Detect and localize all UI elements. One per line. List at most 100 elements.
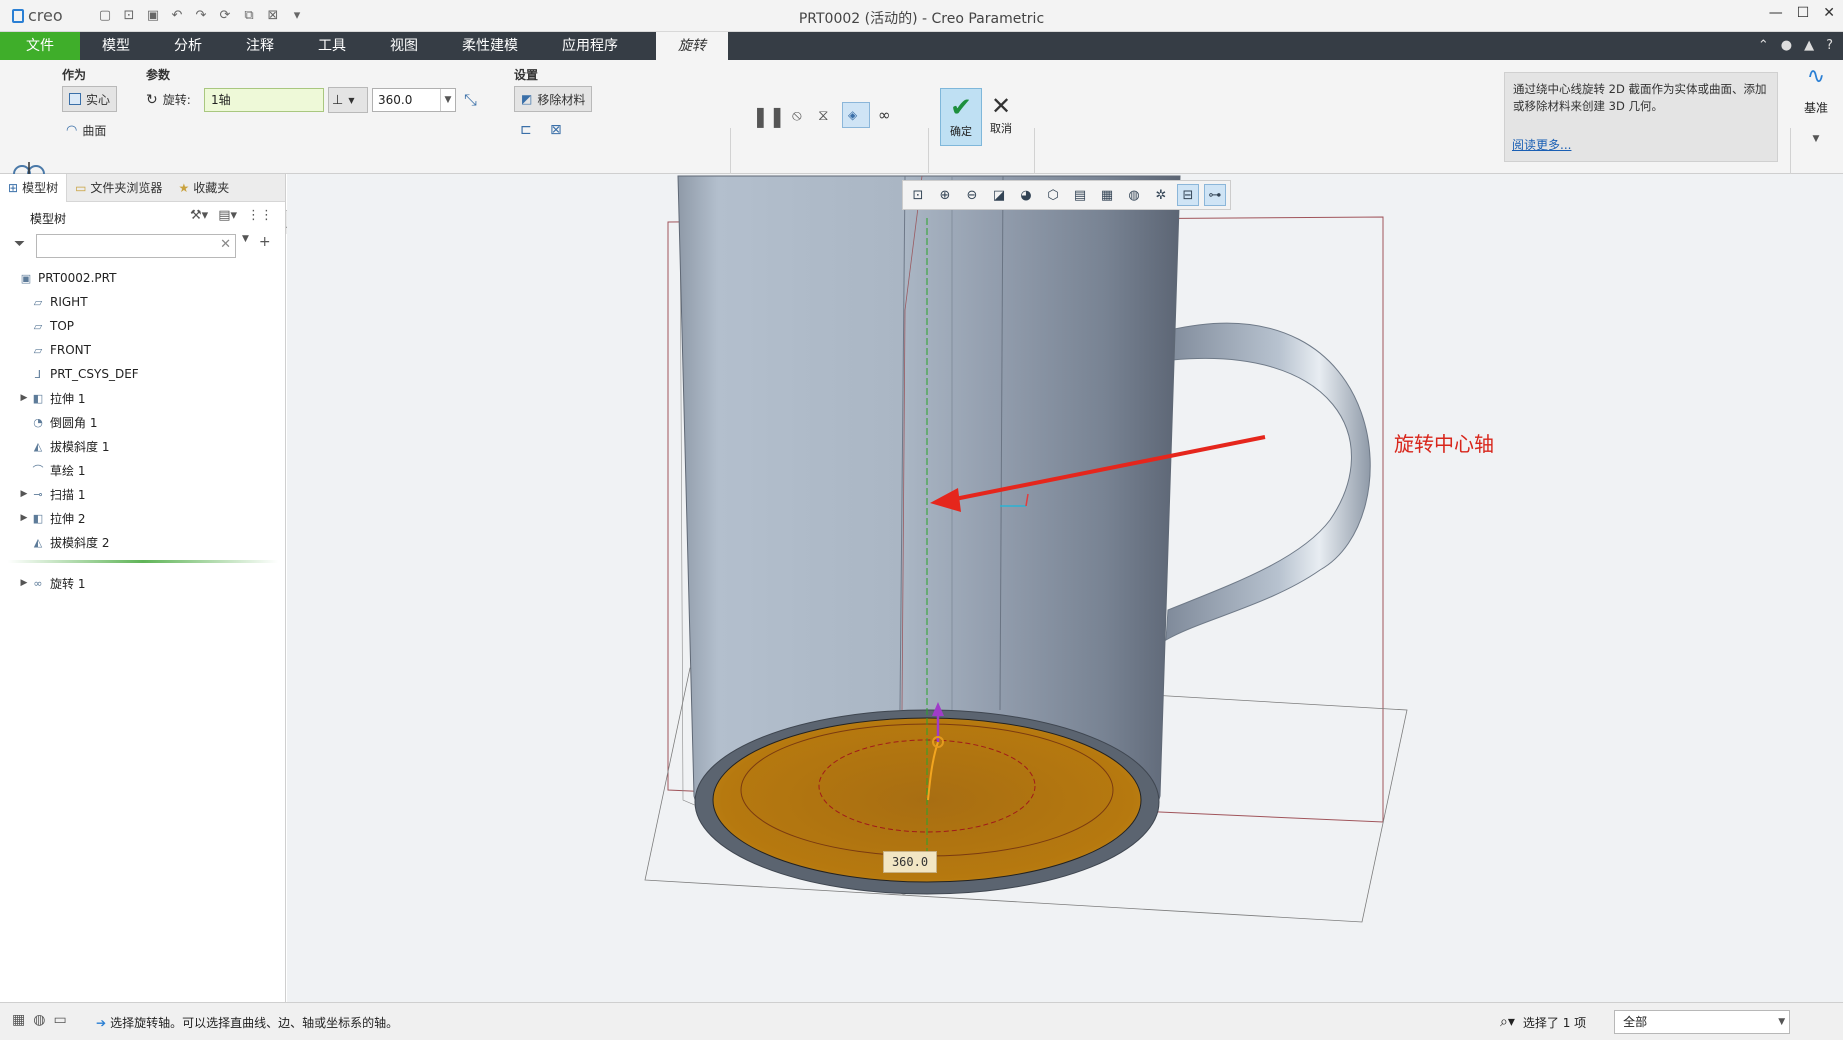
selection-filter[interactable]: 全部 ▼: [1614, 1010, 1791, 1034]
fullscreen-icon[interactable]: ▭: [53, 1012, 66, 1028]
expand-icon[interactable]: ▶: [18, 489, 30, 499]
open-icon[interactable]: ⊡: [120, 7, 138, 25]
undo-icon[interactable]: ↶: [168, 7, 186, 25]
mug-handle: [1165, 322, 1371, 641]
flip-angle-icon[interactable]: ⤡: [464, 90, 477, 110]
angle-dimension-label[interactable]: 360.0: [883, 851, 937, 873]
search-options-icon[interactable]: ▼: [242, 234, 249, 250]
settings-icon[interactable]: ⚒▾: [190, 208, 208, 223]
find-icon[interactable]: ⌕▾: [1500, 1014, 1515, 1030]
tab-model[interactable]: 模型: [80, 32, 152, 60]
sketch-display-icon[interactable]: ⊶: [1204, 184, 1226, 206]
tree-item[interactable]: ◔ 倒圆角 1: [0, 410, 286, 434]
thicken-icon[interactable]: ⊏: [520, 122, 532, 138]
save-icon[interactable]: ▣: [144, 7, 162, 25]
preview-mesh-icon[interactable]: ⧖: [818, 106, 829, 124]
expand-icon[interactable]: ▶: [18, 513, 30, 523]
insert-here-indicator: [8, 560, 278, 563]
revolve-axis-field[interactable]: 1轴: [204, 88, 324, 112]
tree-item[interactable]: ▶ ◧ 拉伸 1: [0, 386, 286, 410]
tree-item[interactable]: ⅃ PRT_CSYS_DEF: [0, 362, 286, 386]
tree-item[interactable]: ▱ FRONT: [0, 338, 286, 362]
collapse-ribbon-icon[interactable]: ⌃: [1758, 38, 1769, 53]
minimize-icon[interactable]: —: [1769, 5, 1783, 21]
tree-item-label: FRONT: [50, 343, 91, 357]
refit-icon[interactable]: ⊡: [907, 184, 929, 206]
tab-flexible-modeling[interactable]: 柔性建模: [440, 32, 540, 60]
tab-applications[interactable]: 应用程序: [540, 32, 640, 60]
tab-view[interactable]: 视图: [368, 32, 440, 60]
verify-preview-button[interactable]: ◈: [842, 102, 870, 128]
no-preview-icon[interactable]: ⦸: [792, 106, 802, 124]
expand-icon[interactable]: ▶: [18, 578, 30, 588]
tab-file[interactable]: 文件: [0, 32, 80, 60]
tree-item[interactable]: ▣ PRT0002.PRT: [0, 266, 286, 290]
tree-filter-icon[interactable]: ⋮⋮: [247, 208, 273, 223]
model-tree-header: 模型树: [30, 212, 67, 226]
tab-tools[interactable]: 工具: [296, 32, 368, 60]
perspective-icon[interactable]: ▦: [1096, 184, 1118, 206]
close-window-icon[interactable]: ⊠: [264, 7, 282, 25]
tab-folder-browser[interactable]: ▭ 文件夹浏览器: [67, 174, 170, 202]
clear-search-icon[interactable]: ✕: [220, 237, 231, 252]
show-icon[interactable]: ▤▾: [218, 208, 237, 223]
datum-display-icon[interactable]: ✲: [1150, 184, 1172, 206]
solid-icon: [69, 93, 81, 105]
zoom-in-icon[interactable]: ⊕: [934, 184, 956, 206]
expand-icon[interactable]: ▶: [18, 393, 30, 403]
ok-button[interactable]: ✔ 确定: [940, 88, 982, 146]
tree-item[interactable]: ▶ ◧ 拉伸 2: [0, 506, 286, 530]
display-style-icon[interactable]: ◕: [1015, 184, 1037, 206]
tree-item[interactable]: ⌒ 草绘 1: [0, 458, 286, 482]
repaint-icon[interactable]: ◪: [988, 184, 1010, 206]
surface-button[interactable]: ◠ 曲面: [66, 122, 106, 139]
tab-annotate[interactable]: 注释: [224, 32, 296, 60]
tab-favorites[interactable]: ★ 收藏夹: [170, 174, 237, 202]
graphics-area[interactable]: ⊡ ⊕ ⊖ ◪ ◕ ⬡ ▤ ▦ ◍ ✲ ⊟ ⊶ 旋转中心轴 360.0: [287, 174, 1843, 1002]
spin-center-icon[interactable]: ◍: [1123, 184, 1145, 206]
redo-icon[interactable]: ↷: [192, 7, 210, 25]
angle-option-button[interactable]: ⊥ ▼: [328, 87, 368, 113]
datum-label: 基准: [1803, 101, 1828, 115]
tree-item[interactable]: ▱ RIGHT: [0, 290, 286, 314]
part-icon: ▣: [20, 271, 32, 285]
tab-analysis[interactable]: 分析: [152, 32, 224, 60]
browser-toggle-icon[interactable]: ◍: [33, 1012, 45, 1028]
tree-item[interactable]: ▶ ⊸ 扫描 1: [0, 482, 286, 506]
csys-icon: ⅃: [34, 367, 42, 381]
datum-button[interactable]: ∿ 基准 ▼: [1792, 64, 1840, 164]
windows-icon[interactable]: ⧉: [240, 7, 258, 25]
glasses-icon[interactable]: ∞: [878, 106, 891, 124]
flip-side-icon[interactable]: ⊠: [550, 122, 562, 138]
remove-material-button[interactable]: ◩ 移除材料: [514, 86, 593, 112]
learning-icon[interactable]: ▲: [1804, 38, 1814, 53]
saved-views-icon[interactable]: ⬡: [1042, 184, 1064, 206]
view-manager-icon[interactable]: ▤: [1069, 184, 1091, 206]
tab-model-tree[interactable]: ⊞ 模型树: [0, 174, 68, 202]
zoom-out-icon[interactable]: ⊖: [961, 184, 983, 206]
read-more-link[interactable]: 阅读更多...: [1512, 136, 1571, 153]
notification-icon[interactable]: ●: [1781, 38, 1792, 53]
model-tree-icon: ⊞: [8, 181, 19, 195]
tree-item[interactable]: ◭ 拔模斜度 1: [0, 434, 286, 458]
title-bar: creo ▢ ⊡ ▣ ↶ ↷ ⟳ ⧉ ⊠ ▾ PRT0002 (活动的) - C…: [0, 0, 1843, 32]
close-icon[interactable]: ✕: [1823, 5, 1835, 21]
solid-button[interactable]: 实心: [62, 86, 118, 112]
tree-search-input[interactable]: ✕: [36, 234, 236, 258]
angle-dropdown-icon[interactable]: ▼: [440, 89, 455, 111]
tree-item-active-feature[interactable]: ▶ ∞ 旋转 1: [0, 571, 286, 595]
customize-icon[interactable]: ▾: [288, 7, 306, 25]
tree-item[interactable]: ◭ 拔模斜度 2: [0, 530, 286, 554]
navigator-toggle-icon[interactable]: ▦: [12, 1012, 25, 1028]
tree-item[interactable]: ▱ TOP: [0, 314, 286, 338]
tab-revolve[interactable]: 旋转: [656, 32, 728, 60]
pause-icon[interactable]: ❚❚: [752, 104, 786, 128]
cancel-button[interactable]: ✕ 取消: [986, 92, 1016, 144]
annotation-display-icon[interactable]: ⊟: [1177, 184, 1199, 206]
maximize-icon[interactable]: ☐: [1797, 5, 1810, 21]
help-icon[interactable]: ?: [1826, 38, 1833, 53]
new-icon[interactable]: ▢: [96, 7, 114, 25]
tree-item-label: 草绘 1: [50, 463, 86, 478]
add-icon[interactable]: +: [259, 234, 271, 250]
regenerate-icon[interactable]: ⟳: [216, 7, 234, 25]
